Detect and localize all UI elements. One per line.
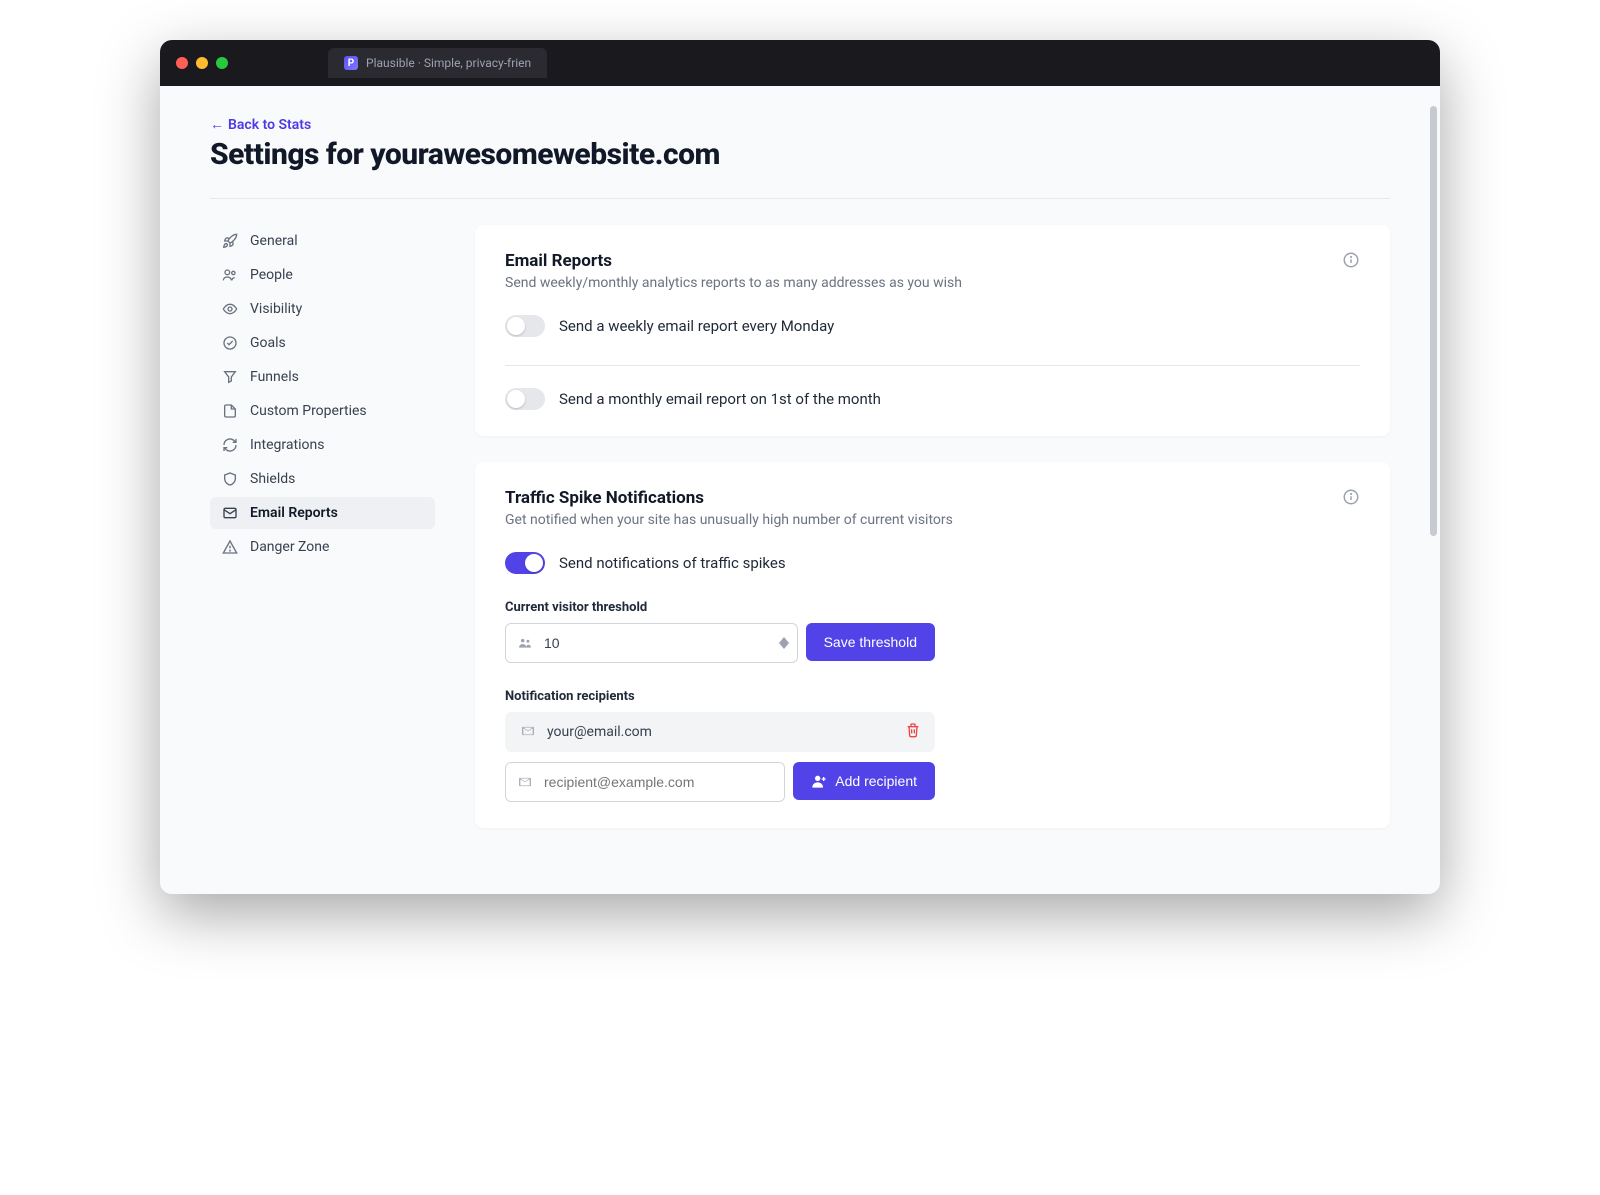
sidebar-item-visibility[interactable]: Visibility [210, 293, 435, 325]
app-window: P Plausible · Simple, privacy-frien ← Ba… [160, 40, 1440, 894]
weekly-report-label: Send a weekly email report every Monday [559, 317, 834, 335]
add-recipient-button[interactable]: Add recipient [793, 762, 935, 800]
button-label: Add recipient [835, 773, 917, 789]
viewport: ← Back to Stats Settings for yourawesome… [160, 86, 1440, 894]
users-icon [506, 624, 544, 662]
sidebar-item-shields[interactable]: Shields [210, 463, 435, 495]
recipient-row: your@email.com [505, 712, 935, 752]
info-icon[interactable] [1342, 251, 1360, 269]
monthly-report-toggle[interactable] [505, 388, 545, 410]
sidebar-item-label: Danger Zone [250, 539, 329, 555]
save-threshold-button[interactable]: Save threshold [806, 623, 935, 661]
sidebar-item-label: Visibility [250, 301, 302, 317]
back-to-stats-link[interactable]: ← Back to Stats [210, 116, 311, 133]
traffic-spike-title: Traffic Spike Notifications [505, 488, 953, 508]
threshold-label: Current visitor threshold [505, 600, 1360, 615]
plausible-favicon: P [344, 56, 358, 70]
card-divider [505, 365, 1360, 366]
arrow-left-icon: ← [210, 116, 224, 133]
sidebar-item-danger-zone[interactable]: Danger Zone [210, 531, 435, 563]
sync-icon [222, 437, 238, 453]
button-label: Save threshold [824, 634, 917, 650]
page-title: Settings for yourawesomewebsite.com [210, 137, 1390, 172]
users-icon [222, 267, 238, 283]
recipients-label: Notification recipients [505, 689, 1360, 704]
main-content: Email Reports Send weekly/monthly analyt… [475, 225, 1390, 854]
threshold-input[interactable] [544, 624, 779, 662]
sidebar-item-goals[interactable]: Goals [210, 327, 435, 359]
recipient-input-wrap [505, 762, 785, 802]
warning-icon [222, 539, 238, 555]
maximize-window-button[interactable] [216, 57, 228, 69]
email-reports-card: Email Reports Send weekly/monthly analyt… [475, 225, 1390, 436]
eye-icon [222, 301, 238, 317]
threshold-input-wrap [505, 623, 798, 663]
header-divider [210, 198, 1390, 199]
sidebar-item-funnels[interactable]: Funnels [210, 361, 435, 393]
traffic-spike-subtitle: Get notified when your site has unusuall… [505, 512, 953, 528]
sidebar-item-general[interactable]: General [210, 225, 435, 257]
sidebar-item-custom-properties[interactable]: Custom Properties [210, 395, 435, 427]
rocket-icon [222, 233, 238, 249]
funnel-icon [222, 369, 238, 385]
document-icon [222, 403, 238, 419]
sidebar-item-label: People [250, 267, 293, 283]
delete-recipient-button[interactable] [905, 722, 921, 742]
close-window-button[interactable] [176, 57, 188, 69]
shield-icon [222, 471, 238, 487]
sidebar-item-people[interactable]: People [210, 259, 435, 291]
check-circle-icon [222, 335, 238, 351]
tab-title: Plausible · Simple, privacy-frien [366, 56, 531, 70]
traffic-spike-toggle-label: Send notifications of traffic spikes [559, 554, 786, 572]
recipient-input[interactable] [544, 763, 784, 801]
weekly-report-toggle[interactable] [505, 315, 545, 337]
number-stepper[interactable] [779, 637, 797, 649]
user-plus-icon [811, 773, 827, 789]
settings-sidebar: General People Visibility Goals [210, 225, 435, 854]
sidebar-item-label: Email Reports [250, 505, 338, 521]
mail-icon [519, 723, 537, 742]
sidebar-item-label: Custom Properties [250, 403, 367, 419]
back-label: Back to Stats [228, 117, 311, 133]
sidebar-item-label: Goals [250, 335, 286, 351]
traffic-spike-card: Traffic Spike Notifications Get notified… [475, 462, 1390, 828]
mail-icon [506, 763, 544, 801]
email-reports-subtitle: Send weekly/monthly analytics reports to… [505, 275, 962, 291]
mail-icon [222, 505, 238, 521]
titlebar: P Plausible · Simple, privacy-frien [160, 40, 1440, 86]
info-icon[interactable] [1342, 488, 1360, 506]
scrollbar[interactable] [1430, 106, 1437, 536]
sidebar-item-label: General [250, 233, 298, 249]
sidebar-item-email-reports[interactable]: Email Reports [210, 497, 435, 529]
monthly-report-label: Send a monthly email report on 1st of th… [559, 390, 881, 408]
sidebar-item-label: Shields [250, 471, 295, 487]
sidebar-item-label: Funnels [250, 369, 299, 385]
sidebar-item-label: Integrations [250, 437, 324, 453]
email-reports-title: Email Reports [505, 251, 962, 271]
minimize-window-button[interactable] [196, 57, 208, 69]
traffic-spike-toggle[interactable] [505, 552, 545, 574]
browser-tab[interactable]: P Plausible · Simple, privacy-frien [328, 48, 547, 78]
sidebar-item-integrations[interactable]: Integrations [210, 429, 435, 461]
traffic-lights [176, 57, 228, 69]
recipient-email: your@email.com [547, 724, 895, 740]
